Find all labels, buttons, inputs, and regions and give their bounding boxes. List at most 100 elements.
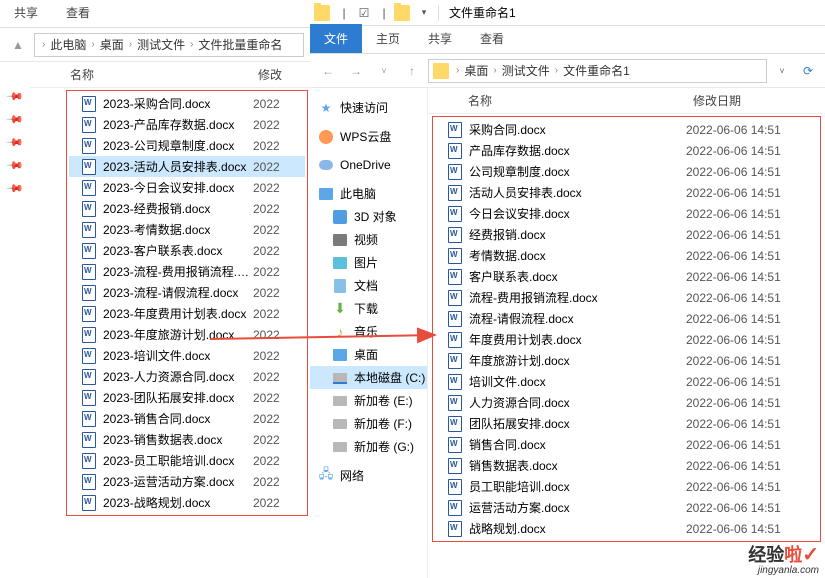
file-row[interactable]: 2023-运营活动方案.docx 2022 — [69, 471, 305, 492]
checkbox-icon[interactable]: ☑ — [357, 6, 371, 20]
sidebar-item[interactable]: 新加卷 (G:) — [310, 435, 427, 458]
file-list-area: 名称 修改日期 采购合同.docx 2022-06-06 14:51 产品库存数… — [428, 88, 825, 578]
up-button[interactable]: ▲ — [6, 33, 30, 57]
file-name: 活动人员安排表.docx — [469, 184, 686, 201]
file-row[interactable]: 2023-经费报销.docx 2022 — [69, 198, 305, 219]
file-row[interactable]: 2023-年度旅游计划.docx 2022 — [69, 324, 305, 345]
sidebar-item[interactable]: 图片 — [310, 251, 427, 274]
file-row[interactable]: 考情数据.docx 2022-06-06 14:51 — [435, 245, 818, 266]
file-row[interactable]: 运营活动方案.docx 2022-06-06 14:51 — [435, 497, 818, 518]
sidebar-item[interactable]: ⬇ 下载 — [310, 297, 427, 320]
sidebar-item[interactable]: ˃🖧 网络 — [310, 464, 427, 487]
breadcrumb-item[interactable]: 文件重命名1 — [561, 62, 632, 79]
breadcrumb-item[interactable]: 测试文件 — [500, 62, 552, 79]
file-row[interactable]: 2023-年度费用计划表.docx 2022 — [69, 303, 305, 324]
sidebar-item[interactable]: 新加卷 (F:) — [310, 412, 427, 435]
dropdown-icon[interactable]: ▾ — [417, 6, 431, 20]
docx-icon — [447, 353, 463, 369]
file-row[interactable]: 2023-销售数据表.docx 2022 — [69, 429, 305, 450]
expand-icon[interactable]: ˅ — [310, 103, 312, 113]
sidebar-item[interactable]: 新加卷 (E:) — [310, 389, 427, 412]
breadcrumb-item[interactable]: 桌面 — [98, 36, 126, 53]
file-row[interactable]: 2023-员工职能培训.docx 2022 — [69, 450, 305, 471]
sidebar-item[interactable]: ˃ OneDrive — [310, 154, 427, 176]
docx-icon — [447, 227, 463, 243]
file-date: 2022-06-06 14:51 — [686, 228, 806, 242]
file-row[interactable]: 产品库存数据.docx 2022-06-06 14:51 — [435, 140, 818, 161]
file-row[interactable]: 2023-采购合同.docx 2022 — [69, 93, 305, 114]
file-row[interactable]: 团队拓展安排.docx 2022-06-06 14:51 — [435, 413, 818, 434]
expand-icon[interactable]: ˃ — [310, 160, 312, 170]
expand-icon[interactable]: ˃ — [310, 471, 312, 481]
sidebar-item[interactable]: ˅ 此电脑 — [310, 182, 427, 205]
file-row[interactable]: 流程-请假流程.docx 2022-06-06 14:51 — [435, 308, 818, 329]
up-button[interactable]: ↑ — [400, 59, 424, 83]
expand-icon[interactable]: ˃ — [310, 132, 312, 142]
file-row[interactable]: 人力资源合同.docx 2022-06-06 14:51 — [435, 392, 818, 413]
file-row[interactable]: 2023-考情数据.docx 2022 — [69, 219, 305, 240]
tab-file[interactable]: 文件 — [310, 24, 362, 53]
file-row[interactable]: 2023-培训文件.docx 2022 — [69, 345, 305, 366]
sidebar-item[interactable]: ˅★ 快速访问 — [310, 96, 427, 119]
breadcrumb-item[interactable]: 此电脑 — [48, 36, 88, 53]
file-row[interactable]: 今日会议安排.docx 2022-06-06 14:51 — [435, 203, 818, 224]
breadcrumb[interactable]: › 桌面 › 测试文件 › 文件重命名1 — [428, 59, 767, 83]
sidebar-item[interactable]: ˃ WPS云盘 — [310, 125, 427, 148]
file-row[interactable]: 2023-今日会议安排.docx 2022 — [69, 177, 305, 198]
column-name[interactable]: 名称 — [440, 92, 693, 109]
file-row[interactable]: 2023-战略规划.docx 2022 — [69, 492, 305, 513]
file-row[interactable]: 2023-销售合同.docx 2022 — [69, 408, 305, 429]
tab-view[interactable]: 查看 — [52, 0, 104, 27]
file-row[interactable]: 2023-客户联系表.docx 2022 — [69, 240, 305, 261]
file-row[interactable]: 培训文件.docx 2022-06-06 14:51 — [435, 371, 818, 392]
file-row[interactable]: 2023-流程-请假流程.docx 2022 — [69, 282, 305, 303]
back-button[interactable]: ← — [316, 59, 340, 83]
column-date[interactable]: 修改 — [258, 66, 298, 83]
tab-share[interactable]: 共享 — [0, 0, 52, 27]
file-name: 2023-产品库存数据.docx — [103, 116, 253, 133]
forward-button[interactable]: → — [344, 59, 368, 83]
file-row[interactable]: 战略规划.docx 2022-06-06 14:51 — [435, 518, 818, 539]
file-row[interactable]: 经费报销.docx 2022-06-06 14:51 — [435, 224, 818, 245]
column-name[interactable]: 名称 — [42, 66, 258, 83]
file-row[interactable]: 2023-人力资源合同.docx 2022 — [69, 366, 305, 387]
sidebar-item[interactable]: 视频 — [310, 228, 427, 251]
sidebar-item[interactable]: 桌面 — [310, 343, 427, 366]
file-row[interactable]: 销售合同.docx 2022-06-06 14:51 — [435, 434, 818, 455]
breadcrumb-item[interactable]: 桌面 — [462, 62, 490, 79]
file-row[interactable]: 2023-团队拓展安排.docx 2022 — [69, 387, 305, 408]
file-row[interactable]: 客户联系表.docx 2022-06-06 14:51 — [435, 266, 818, 287]
file-row[interactable]: 年度旅游计划.docx 2022-06-06 14:51 — [435, 350, 818, 371]
file-date: 2022 — [253, 97, 293, 111]
sidebar-item[interactable]: ♪ 音乐 — [310, 320, 427, 343]
sidebar-item[interactable]: 本地磁盘 (C:) — [310, 366, 427, 389]
file-row[interactable]: 销售数据表.docx 2022-06-06 14:51 — [435, 455, 818, 476]
sidebar-item[interactable]: 3D 对象 — [310, 205, 427, 228]
file-row[interactable]: 活动人员安排表.docx 2022-06-06 14:51 — [435, 182, 818, 203]
tab-home[interactable]: 主页 — [362, 24, 414, 53]
breadcrumb-item[interactable]: 测试文件 — [135, 36, 187, 53]
file-row[interactable]: 员工职能培训.docx 2022-06-06 14:51 — [435, 476, 818, 497]
breadcrumb[interactable]: › 此电脑 › 桌面 › 测试文件 › 文件批量重命名 — [34, 33, 304, 57]
file-name: 2023-客户联系表.docx — [103, 242, 253, 259]
refresh-button[interactable]: ⟳ — [797, 60, 819, 82]
file-row[interactable]: 2023-公司规章制度.docx 2022 — [69, 135, 305, 156]
docx-icon — [447, 521, 463, 537]
tab-view[interactable]: 查看 — [466, 24, 518, 53]
column-date[interactable]: 修改日期 — [693, 92, 813, 109]
recent-dropdown[interactable]: ˅ — [372, 59, 396, 83]
diskc-icon — [332, 370, 348, 386]
file-row[interactable]: 年度费用计划表.docx 2022-06-06 14:51 — [435, 329, 818, 350]
sidebar-item[interactable]: 文档 — [310, 274, 427, 297]
file-row[interactable]: 2023-流程-费用报销流程.docx 2022 — [69, 261, 305, 282]
file-row[interactable]: 公司规章制度.docx 2022-06-06 14:51 — [435, 161, 818, 182]
breadcrumb-item[interactable]: 文件批量重命名 — [196, 36, 284, 53]
file-row[interactable]: 采购合同.docx 2022-06-06 14:51 — [435, 119, 818, 140]
file-row[interactable]: 流程-费用报销流程.docx 2022-06-06 14:51 — [435, 287, 818, 308]
file-row[interactable]: 2023-活动人员安排表.docx 2022 — [69, 156, 305, 177]
docx-icon — [447, 311, 463, 327]
file-row[interactable]: 2023-产品库存数据.docx 2022 — [69, 114, 305, 135]
dropdown-icon[interactable]: ˅ — [771, 60, 793, 82]
tab-share[interactable]: 共享 — [414, 24, 466, 53]
expand-icon[interactable]: ˅ — [310, 189, 312, 199]
